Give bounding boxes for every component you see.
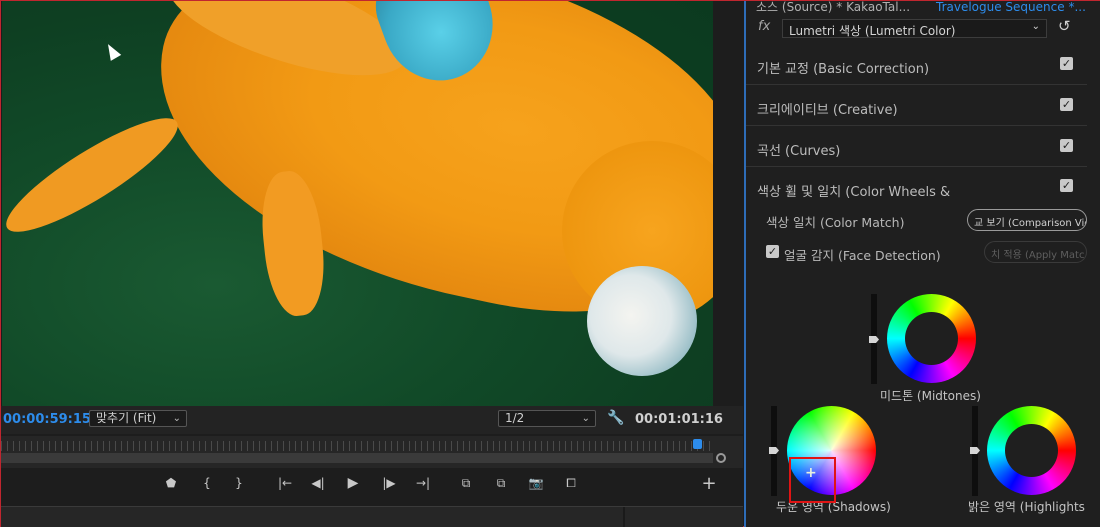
section-label: 크리에이티브 (Creative): [757, 103, 898, 118]
section-enable-checkbox[interactable]: ✓: [1060, 57, 1073, 70]
section-enable-checkbox[interactable]: ✓: [1060, 98, 1073, 111]
section-creative[interactable]: 크리에이티브 (Creative) ✓: [746, 86, 1087, 126]
effect-select[interactable]: Lumetri 색상 (Lumetri Color) ⌄: [782, 19, 1047, 38]
shadows-slider[interactable]: [769, 406, 779, 496]
fx-icon[interactable]: fx: [758, 19, 770, 34]
section-curves[interactable]: 곡선 (Curves) ✓: [746, 127, 1087, 167]
video-petal-white: [587, 266, 697, 376]
source-tab[interactable]: 소스 (Source) * KakaoTal...: [756, 1, 910, 15]
slider-knob[interactable]: [869, 336, 879, 343]
step-back-icon[interactable]: ◀|: [307, 473, 329, 493]
highlight-annotation-box: [789, 457, 836, 503]
resolution-select[interactable]: 1/2 ⌄: [498, 410, 596, 427]
bottom-panel-strip: [1, 506, 743, 527]
effect-name: Lumetri 색상 (Lumetri Color): [789, 24, 956, 38]
slider-knob[interactable]: [769, 447, 779, 454]
zoom-scroll-handle[interactable]: [716, 453, 726, 463]
transport-controls: [1, 468, 743, 498]
chevron-down-icon: ⌄: [1031, 21, 1040, 32]
slider-knob[interactable]: [970, 447, 980, 454]
go-to-out-icon[interactable]: →|: [412, 473, 434, 493]
time-ruler[interactable]: [1, 441, 713, 451]
chevron-down-icon: ⌄: [581, 413, 590, 424]
highlights-slider[interactable]: [970, 406, 980, 496]
chevron-down-icon: ⌄: [172, 413, 181, 424]
wrench-icon[interactable]: 🔧: [607, 410, 624, 426]
export-frame-icon[interactable]: 📷: [525, 473, 547, 493]
overwrite-icon[interactable]: ⧉: [490, 473, 512, 493]
section-color-wheels[interactable]: 색상 휠 및 일치 (Color Wheels & ✓: [746, 168, 1087, 200]
duration-timecode: 00:01:01:16: [635, 412, 723, 427]
insert-icon[interactable]: ⧉: [455, 473, 477, 493]
midtones-slider[interactable]: [869, 294, 879, 384]
sequence-tab[interactable]: Travelogue Sequence *...: [936, 1, 1086, 14]
video-petal-left: [2, 101, 190, 249]
lumetri-color-panel: 소스 (Source) * KakaoTal... Travelogue Seq…: [746, 1, 1100, 527]
comparison-view-icon[interactable]: ⧠: [560, 473, 582, 493]
mouse-cursor-icon: [102, 41, 122, 61]
midtones-wheel[interactable]: [887, 294, 976, 383]
midtones-label: 미드톤 (Midtones): [880, 389, 981, 403]
highlights-label: 밝은 영역 (Highlights: [968, 500, 1085, 514]
program-monitor-video[interactable]: [2, 1, 713, 406]
color-match-label: 색상 일치 (Color Match): [766, 215, 905, 230]
face-detection-label: 얼굴 감지 (Face Detection): [784, 248, 941, 263]
add-marker-icon[interactable]: ⬟: [160, 473, 182, 493]
face-detection-checkbox[interactable]: ✓: [766, 245, 779, 258]
go-to-in-icon[interactable]: |←: [274, 473, 296, 493]
step-forward-icon[interactable]: |▶: [378, 473, 400, 493]
current-timecode[interactable]: 00:00:59:15: [3, 412, 91, 427]
section-label: 색상 휠 및 일치 (Color Wheels &: [757, 185, 951, 200]
comparison-view-button[interactable]: 교 보기 (Comparison Vie: [967, 209, 1087, 231]
section-label: 기본 교정 (Basic Correction): [757, 62, 930, 77]
highlights-wheel[interactable]: [987, 406, 1076, 495]
scrub-track[interactable]: [1, 453, 713, 463]
section-label: 곡선 (Curves): [757, 144, 841, 159]
reset-icon[interactable]: ↺: [1058, 17, 1071, 35]
resolution-label: 1/2: [505, 411, 525, 425]
add-button-icon[interactable]: +: [698, 473, 720, 494]
zoom-fit-label: 맞추기 (Fit): [96, 411, 157, 425]
section-basic-correction[interactable]: 기본 교정 (Basic Correction) ✓: [746, 45, 1087, 85]
zoom-fit-select[interactable]: 맞추기 (Fit) ⌄: [89, 410, 187, 427]
section-enable-checkbox[interactable]: ✓: [1060, 179, 1073, 192]
section-enable-checkbox[interactable]: ✓: [1060, 139, 1073, 152]
mark-out-icon[interactable]: }: [228, 473, 250, 493]
mark-in-icon[interactable]: {: [196, 473, 218, 493]
playhead[interactable]: [693, 439, 702, 449]
apply-match-button[interactable]: 치 적용 (Apply Matc: [984, 241, 1087, 263]
premiere-window: 00:00:59:15 맞추기 (Fit) ⌄ 1/2 ⌄ 🔧 00:01:01…: [0, 0, 1100, 527]
play-icon[interactable]: ▶: [342, 473, 364, 493]
